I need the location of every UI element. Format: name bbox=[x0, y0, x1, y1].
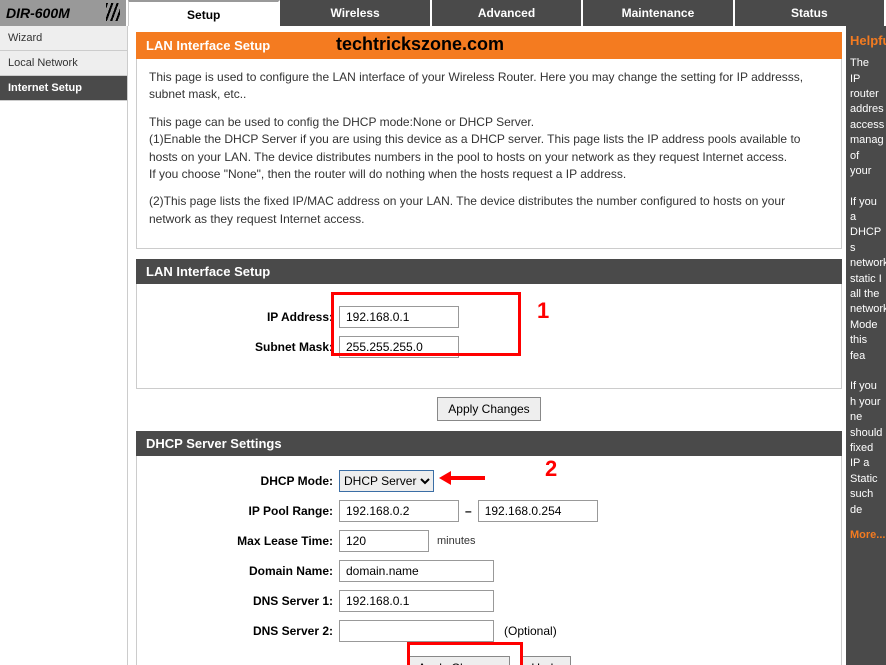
intro-title: LAN Interface Setup bbox=[146, 38, 270, 53]
tab-wireless[interactable]: Wireless bbox=[280, 0, 431, 26]
main-tabs: Setup Wireless Advanced Maintenance Stat… bbox=[128, 0, 886, 26]
subnet-mask-input[interactable] bbox=[339, 336, 459, 358]
model-label: DIR-600M bbox=[0, 0, 128, 26]
lease-time-input[interactable] bbox=[339, 530, 429, 552]
ip-pool-start-input[interactable] bbox=[339, 500, 459, 522]
intro-p4: If you choose "None", then the router wi… bbox=[149, 167, 626, 181]
help-text-3: If you h your ne should fixed IP a Stati… bbox=[850, 379, 882, 518]
tab-maintenance[interactable]: Maintenance bbox=[583, 0, 734, 26]
dhcp-apply-button[interactable]: Apply Changes bbox=[407, 656, 510, 665]
domain-name-label: Domain Name: bbox=[149, 564, 339, 578]
dhcp-mode-select[interactable]: DHCP Server bbox=[339, 470, 434, 492]
help-title: Helpfu bbox=[850, 32, 882, 50]
intro-title-bar: LAN Interface Setup techtrickszone.com bbox=[136, 32, 842, 59]
optional-text: (Optional) bbox=[494, 624, 557, 638]
subnet-mask-label: Subnet Mask: bbox=[149, 340, 339, 354]
dhcp-section-title: DHCP Server Settings bbox=[136, 431, 842, 456]
dhcp-undo-button[interactable]: Undo bbox=[520, 656, 571, 665]
range-dash: – bbox=[459, 504, 478, 518]
sidebar-item-internet-setup[interactable]: Internet Setup bbox=[0, 76, 127, 101]
dns2-label: DNS Server 2: bbox=[149, 624, 339, 638]
dns1-label: DNS Server 1: bbox=[149, 594, 339, 608]
intro-p5: (2)This page lists the fixed IP/MAC addr… bbox=[149, 193, 829, 228]
ip-pool-end-input[interactable] bbox=[478, 500, 598, 522]
lan-section-title: LAN Interface Setup bbox=[136, 259, 842, 284]
sidebar-item-local-network[interactable]: Local Network bbox=[0, 51, 127, 76]
intro-p1: This page is used to configure the LAN i… bbox=[149, 69, 829, 104]
ip-address-input[interactable] bbox=[339, 306, 459, 328]
watermark-text: techtrickszone.com bbox=[336, 34, 504, 55]
ip-pool-label: IP Pool Range: bbox=[149, 504, 339, 518]
dns1-input[interactable] bbox=[339, 590, 494, 612]
main-panel: LAN Interface Setup techtrickszone.com T… bbox=[128, 26, 846, 665]
intro-description: This page is used to configure the LAN i… bbox=[136, 59, 842, 249]
ip-address-label: IP Address: bbox=[149, 310, 339, 324]
lease-unit: minutes bbox=[429, 535, 476, 547]
lan-form: IP Address: Subnet Mask: 1 bbox=[136, 284, 842, 389]
tab-status[interactable]: Status bbox=[735, 0, 886, 26]
dns2-input[interactable] bbox=[339, 620, 494, 642]
lan-apply-button[interactable]: Apply Changes bbox=[437, 397, 540, 421]
lease-time-label: Max Lease Time: bbox=[149, 534, 339, 548]
help-more-link[interactable]: More... bbox=[850, 528, 882, 543]
sidebar-item-wizard[interactable]: Wizard bbox=[0, 26, 127, 51]
tab-advanced[interactable]: Advanced bbox=[432, 0, 583, 26]
intro-p3: (1)Enable the DHCP Server if you are usi… bbox=[149, 132, 800, 163]
help-text-2: If you a DHCP s network static I all the… bbox=[850, 195, 882, 364]
help-text-1: The IP router addres access manag of you… bbox=[850, 56, 882, 179]
intro-p2: This page can be used to config the DHCP… bbox=[149, 115, 534, 129]
dhcp-form: DHCP Mode: DHCP Server IP Pool Range: – … bbox=[136, 456, 842, 665]
sidebar: Wizard Local Network Internet Setup bbox=[0, 26, 128, 665]
domain-name-input[interactable] bbox=[339, 560, 494, 582]
help-panel: Helpfu The IP router addres access manag… bbox=[846, 26, 886, 665]
tab-setup[interactable]: Setup bbox=[128, 0, 280, 26]
dhcp-mode-label: DHCP Mode: bbox=[149, 474, 339, 488]
